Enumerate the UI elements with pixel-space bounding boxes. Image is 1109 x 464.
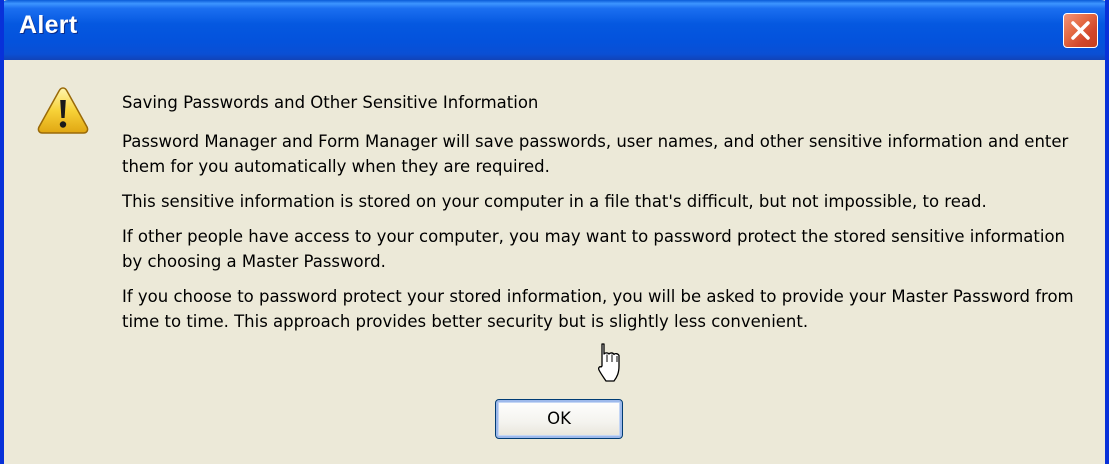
alert-window: Alert Saving Passwords and Other Sensiti… <box>0 0 1109 464</box>
warning-icon <box>37 87 89 134</box>
message-text: Saving Passwords and Other Sensitive Inf… <box>122 90 1082 344</box>
message-paragraph-2: This sensitive information is stored on … <box>122 192 987 211</box>
window-title: Alert <box>19 11 78 39</box>
message-paragraph-3: If other people have access to your comp… <box>122 227 1066 271</box>
message-heading: Saving Passwords and Other Sensitive Inf… <box>122 93 539 112</box>
close-button[interactable] <box>1063 13 1098 48</box>
dialog-body: Saving Passwords and Other Sensitive Inf… <box>4 60 1105 464</box>
mouse-pointer-icon <box>598 343 620 382</box>
message-paragraph-1: Password Manager and Form Manager will s… <box>122 132 1069 176</box>
close-icon <box>1071 21 1090 40</box>
message-paragraph-4: If you choose to password protect your s… <box>122 287 1074 331</box>
title-bar[interactable]: Alert <box>4 0 1105 60</box>
ok-button[interactable]: OK <box>495 399 623 439</box>
